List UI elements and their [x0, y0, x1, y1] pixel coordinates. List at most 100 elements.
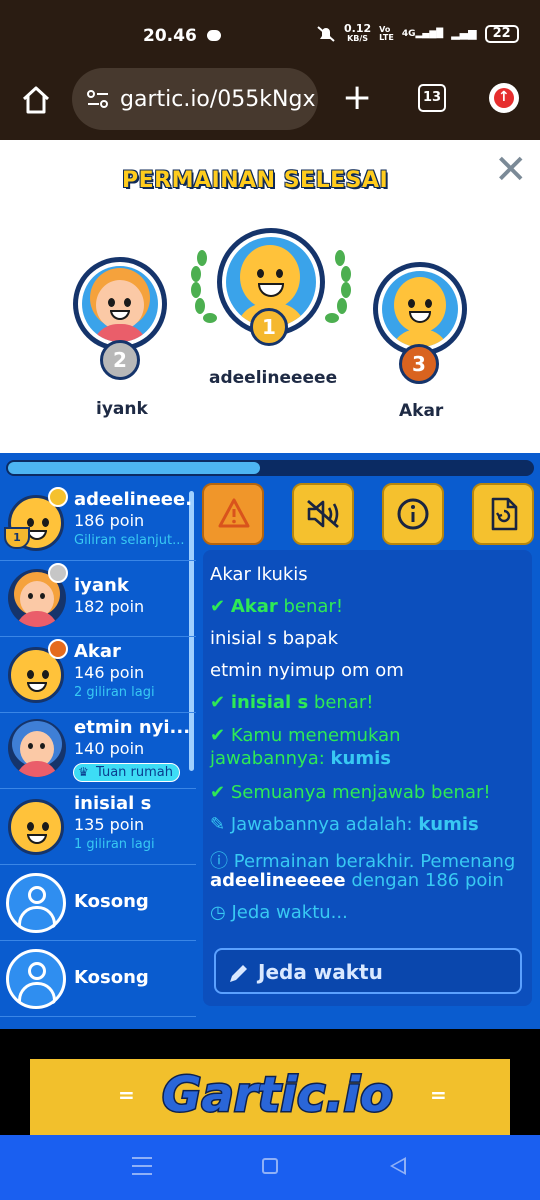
player-row[interactable]: inisial s 135 poin 1 giliran lagi [0, 789, 196, 865]
volte-icon: Vo LTE [379, 24, 394, 42]
chat-message: etmin nyimup om om [210, 660, 404, 681]
pencil-icon: ✎ [210, 814, 226, 835]
player-name: iyank [74, 575, 129, 596]
player-row[interactable]: 1 adeelineee... 186 poin Giliran selanju… [0, 485, 196, 561]
signal2-icon: ▂▄▆ [451, 27, 477, 40]
rules-button[interactable] [472, 483, 534, 545]
battery-icon: 22 [484, 24, 519, 43]
player-points: 140 poin [74, 739, 145, 758]
player-name: inisial s [74, 793, 152, 814]
host-badge: ♛ Tuan rumah [73, 763, 180, 782]
update-icon[interactable]: ↑ [489, 83, 519, 113]
pause-input-label: Jeda waktu [258, 960, 383, 984]
status-icons: 0.12 KB/S Vo LTE 4G▂▄▆█ ▂▄▆ 22 [316, 22, 519, 43]
recent-apps-icon[interactable] [132, 1157, 152, 1175]
info-button[interactable] [382, 483, 444, 545]
home-nav-icon[interactable] [262, 1158, 278, 1174]
player-color-dot [48, 639, 68, 659]
player-name: Akar [74, 641, 121, 662]
third-avatar [373, 262, 467, 356]
empty-slot: Kosong [0, 865, 196, 941]
close-icon[interactable]: ✕ [494, 150, 528, 190]
player-points: 186 poin [74, 511, 145, 530]
laurel-left-icon [191, 250, 217, 323]
chat-panel: Akar lkukis ✔ Akar benar! inisial s bapa… [203, 550, 532, 1006]
ad-area: = Gartic.io = [0, 1029, 540, 1135]
check-icon: ✔ [210, 596, 226, 617]
chat-game-end-message-2: adeelineeeee dengan 186 poin [210, 870, 504, 891]
player-color-dot [48, 487, 68, 507]
chat-correct-message: ✔ Akar benar! [210, 596, 344, 617]
new-tab-button[interactable]: + [342, 80, 372, 116]
empty-user-icon [6, 873, 66, 933]
site-settings-icon[interactable] [86, 89, 110, 109]
check-icon: ✔ [210, 782, 226, 803]
network-speed: 0.12 KB/S [344, 22, 372, 43]
player-row[interactable]: etmin nyi... 140 poin ♛ Tuan rumah [0, 713, 196, 789]
player-name: adeelineee... [74, 489, 192, 510]
player-points: 146 poin [74, 663, 145, 682]
info-small-icon: ⓘ [210, 851, 228, 872]
player-avatar [8, 799, 64, 855]
signal-icon: 4G▂▄▆█ [401, 28, 444, 39]
silver-medal: 2 [100, 340, 140, 380]
second-avatar [73, 257, 167, 351]
player-turn-info: Giliran selanjut... [74, 533, 185, 548]
chat-pause-message: ◷ Jeda waktu... [210, 902, 348, 923]
winner-name: adeelineeeee [209, 368, 338, 388]
chat-found-message-2: jawabannya: kumis [210, 748, 391, 769]
chat-message: Akar lkukis [210, 564, 308, 585]
empty-slot: Kosong [0, 941, 196, 1017]
check-icon: ✔ [210, 725, 226, 746]
bronze-medal: 3 [399, 344, 439, 384]
mute-sound-icon [307, 499, 339, 529]
home-icon[interactable] [20, 84, 52, 116]
trophy-icon: 1 [4, 527, 30, 549]
crown-icon: ♛ [78, 765, 89, 779]
document-icon [491, 497, 518, 531]
game-over-podium: PERMAINAN SELESAI ✕ 1 adeelineeeee 2 iya… [0, 140, 540, 453]
system-nav-bar [0, 1135, 540, 1200]
info-icon [397, 498, 429, 530]
empty-slot-label: Kosong [74, 891, 149, 912]
back-icon[interactable] [390, 1157, 406, 1175]
player-color-dot [48, 563, 68, 583]
chat-answer-message: ✎ Jawabannya adalah: kumis [210, 814, 479, 835]
player-turn-info: 1 giliran lagi [74, 837, 155, 852]
player-turn-info: 2 giliran lagi [74, 685, 155, 700]
player-points: 135 poin [74, 815, 145, 834]
round-progress-bar [6, 460, 534, 476]
game-panel: 1 adeelineee... 186 poin Giliran selanju… [0, 453, 540, 1029]
chat-correct-message: ✔ inisial s benar! [210, 692, 374, 713]
player-name: etmin nyi... [74, 717, 191, 738]
chat-notification-icon [207, 30, 221, 41]
address-bar[interactable]: gartic.io/055kNgx [72, 68, 318, 130]
pencil-icon [230, 965, 247, 982]
player-row[interactable]: Akar 146 poin 2 giliran lagi [0, 637, 196, 713]
clock-icon: ◷ [210, 902, 226, 923]
ad-banner[interactable]: = Gartic.io = [30, 1059, 510, 1135]
tab-count-button[interactable]: 13 [418, 84, 446, 112]
report-button[interactable] [202, 483, 264, 545]
ad-dash-left: = [118, 1083, 135, 1107]
round-progress-fill [8, 462, 260, 474]
player-row[interactable]: iyank 182 poin [0, 561, 196, 637]
chat-all-correct: ✔ Semuanya menjawab benar! [210, 782, 491, 803]
mute-icon [317, 25, 335, 42]
pause-input[interactable]: Jeda waktu [214, 948, 522, 994]
player-list: 1 adeelineee... 186 poin Giliran selanju… [0, 485, 196, 1029]
status-bar: 20.46 0.12 KB/S Vo LTE 4G▂▄▆█ ▂▄▆ 22 [0, 0, 540, 64]
ad-dash-right: = [430, 1083, 447, 1107]
url-text: gartic.io/055kNgx [120, 86, 316, 112]
sound-toggle-button[interactable] [292, 483, 354, 545]
player-avatar [8, 719, 66, 777]
game-over-title: PERMAINAN SELESAI [121, 167, 389, 193]
gold-medal: 1 [250, 308, 288, 346]
gartic-logo: Gartic.io [161, 1066, 395, 1125]
clock: 20.46 [143, 26, 197, 46]
browser-toolbar: gartic.io/055kNgx + 13 ↑ [0, 64, 540, 140]
check-icon: ✔ [210, 692, 226, 713]
second-name: iyank [96, 399, 148, 419]
empty-slot-label: Kosong [74, 967, 149, 988]
chat-found-message: ✔ Kamu menemukan [210, 725, 401, 746]
